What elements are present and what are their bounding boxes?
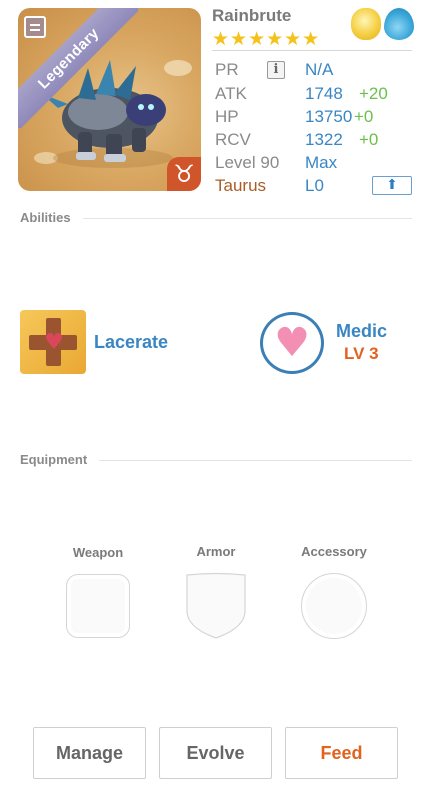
armor-slot[interactable]: [184, 572, 248, 640]
evolve-button[interactable]: Evolve: [159, 727, 272, 779]
equipment-header: Equipment: [20, 452, 412, 468]
creature-portrait[interactable]: Legendary ♉: [18, 8, 201, 191]
header-divider: [212, 50, 412, 51]
stat-value: L0: [305, 176, 324, 195]
stat-value: 1322: [305, 130, 343, 149]
light-element-icon: [351, 8, 381, 40]
section-title: Equipment: [20, 452, 100, 467]
stat-label: PR: [215, 60, 239, 79]
zodiac-upgrade-button[interactable]: ⬆: [372, 176, 412, 195]
stat-label: RCV: [215, 130, 251, 149]
section-title: Abilities: [20, 210, 83, 225]
zodiac-taurus-icon: ♉: [167, 157, 201, 191]
stat-value: 1748: [305, 84, 343, 103]
accessory-slot[interactable]: [301, 573, 367, 639]
ability-level: LV 3: [344, 344, 379, 363]
zodiac-label: Taurus: [215, 176, 267, 195]
creature-name: Rainbrute: [212, 6, 292, 25]
stat-label: HP: [215, 107, 239, 126]
feed-button[interactable]: Feed: [285, 727, 398, 779]
armor-label: Armor: [196, 544, 236, 559]
info-icon[interactable]: i: [267, 61, 285, 79]
stat-label: Level 90: [215, 153, 280, 172]
card-list-icon[interactable]: [24, 16, 46, 38]
ability-lacerate[interactable]: ♥ Lacerate: [20, 310, 168, 374]
lacerate-icon: ♥: [20, 310, 86, 374]
stat-value: 13750: [305, 107, 353, 126]
stat-row-rcv: RCV 1322 +0: [215, 130, 412, 152]
rarity-stars: ★★★★★★: [212, 28, 321, 50]
abilities-header: Abilities: [20, 210, 412, 226]
water-element-icon: [384, 8, 414, 40]
stat-row-pr: PR i N/A: [215, 60, 412, 82]
stat-value: Max: [305, 153, 338, 172]
manage-button[interactable]: Manage: [33, 727, 146, 779]
stat-bonus: +0: [354, 107, 374, 126]
stat-row-zodiac: Taurus L0 ⬆: [215, 176, 412, 198]
broken-heart-icon: ♥: [44, 330, 64, 355]
stat-bonus: +20: [359, 84, 388, 103]
stat-row-level: Level 90 Max: [215, 153, 412, 175]
stat-row-hp: HP 13750 +0: [215, 107, 412, 129]
stat-bonus: +0: [359, 130, 379, 149]
heart-icon: ♥: [274, 320, 310, 366]
weapon-slot[interactable]: [66, 574, 130, 638]
stat-label: ATK: [215, 84, 247, 103]
element-icons: [351, 8, 414, 40]
medic-heart-icon: ♥: [260, 312, 324, 374]
stat-row-atk: ATK 1748 +20: [215, 84, 412, 106]
ability-name: Lacerate: [94, 331, 169, 352]
weapon-label: Weapon: [72, 545, 124, 560]
ability-name: Medic: [336, 321, 388, 341]
accessory-label: Accessory: [301, 544, 367, 559]
stat-value: N/A: [305, 60, 334, 79]
